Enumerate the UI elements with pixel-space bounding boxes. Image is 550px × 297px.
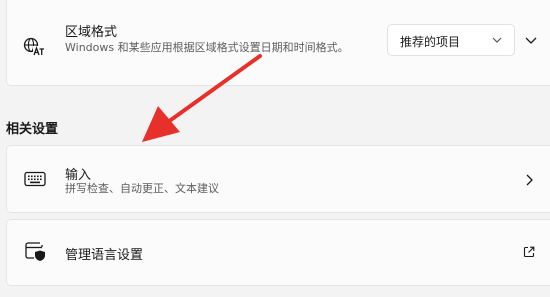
dropdown-selected-value: 推荐的项目 xyxy=(400,35,461,49)
input-description: 拼写检查、自动更正、文本建议 xyxy=(65,182,219,195)
expand-chevron-icon[interactable] xyxy=(525,35,537,45)
external-link-icon[interactable] xyxy=(523,246,535,258)
related-settings-heading: 相关设置 xyxy=(6,122,59,137)
language-region-icon xyxy=(23,37,44,56)
language-admin-title: 管理语言设置 xyxy=(65,248,144,263)
regional-format-dropdown[interactable]: 推荐的项目 xyxy=(387,24,515,56)
administrative-language-settings-card[interactable]: 管理语言设置 xyxy=(6,219,550,286)
chevron-down-icon xyxy=(492,37,502,43)
chevron-right-icon xyxy=(526,174,533,186)
language-admin-icon xyxy=(25,242,45,261)
regional-format-description: Windows 和某些应用根据区域格式设置日期和时间格式。 xyxy=(65,41,349,54)
regional-format-title: 区域格式 xyxy=(65,25,118,40)
regional-format-card[interactable]: 区域格式 Windows 和某些应用根据区域格式设置日期和时间格式。 推荐的项目 xyxy=(6,0,550,86)
keyboard-icon xyxy=(24,171,46,187)
input-settings-card[interactable]: 输入 拼写检查、自动更正、文本建议 xyxy=(6,145,550,213)
